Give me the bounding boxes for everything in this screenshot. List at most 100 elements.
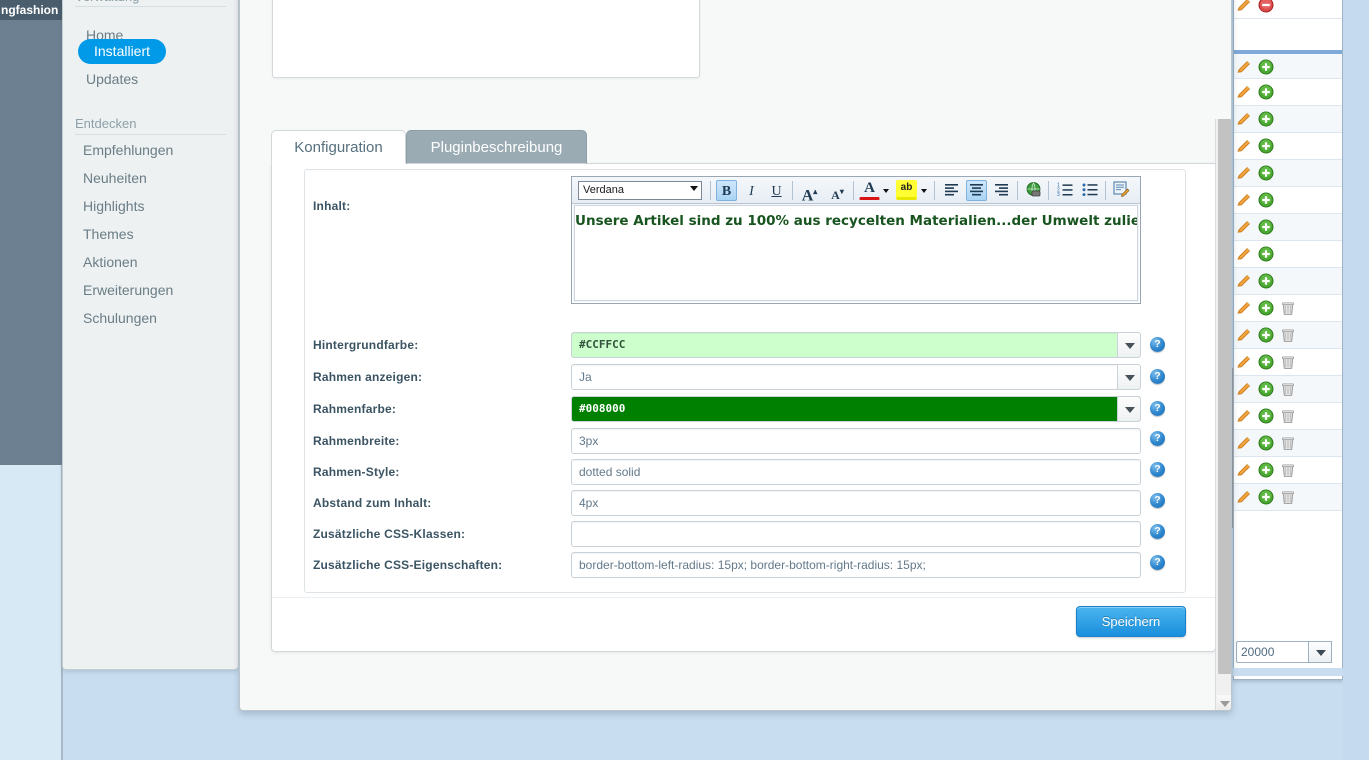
- table-row[interactable]: [1234, 376, 1342, 403]
- unordered-list-button[interactable]: [1079, 180, 1100, 201]
- pencil-icon[interactable]: [1236, 192, 1252, 208]
- table-row[interactable]: [1234, 295, 1342, 322]
- zusaetzliche-css-eigenschaften-input[interactable]: border-bottom-left-radius: 15px; border-…: [571, 552, 1141, 578]
- highlight-color-button[interactable]: ab: [896, 180, 917, 200]
- rahmenbreite-input[interactable]: 3px: [571, 428, 1141, 454]
- pencil-icon[interactable]: [1236, 408, 1252, 424]
- table-row[interactable]: [1234, 187, 1342, 214]
- table-row[interactable]: [1234, 349, 1342, 376]
- plus-icon[interactable]: [1258, 489, 1274, 505]
- highlight-color-dropdown-caret[interactable]: [921, 189, 928, 196]
- plus-icon[interactable]: [1258, 354, 1274, 370]
- pencil-icon[interactable]: [1236, 300, 1252, 316]
- table-row[interactable]: [1234, 511, 1342, 571]
- zusaetzliche-css-klassen-input[interactable]: [571, 521, 1141, 547]
- page-size-select[interactable]: 20000: [1236, 641, 1332, 663]
- table-row[interactable]: [1234, 484, 1342, 511]
- sidebar-item-schulungen[interactable]: Schulungen: [63, 304, 240, 332]
- scroll-down-arrow-icon[interactable]: [1217, 695, 1231, 710]
- sidebar-item-themes[interactable]: Themes: [63, 220, 240, 248]
- table-row[interactable]: [1234, 52, 1342, 79]
- trash-icon[interactable]: [1280, 489, 1296, 505]
- pencil-icon[interactable]: [1236, 219, 1252, 235]
- abstand-zum-inhalt-input[interactable]: 4px: [571, 490, 1141, 516]
- ordered-list-button[interactable]: 123: [1054, 180, 1075, 201]
- minus-icon[interactable]: [1258, 0, 1274, 13]
- pencil-icon[interactable]: [1236, 246, 1252, 262]
- plus-icon[interactable]: [1258, 138, 1274, 154]
- sidebar-item-highlights[interactable]: Highlights: [63, 192, 240, 220]
- trash-icon[interactable]: [1280, 408, 1296, 424]
- text-color-button[interactable]: A: [859, 180, 880, 200]
- sidebar-item-erweiterungen[interactable]: Erweiterungen: [63, 276, 240, 304]
- italic-button[interactable]: I: [741, 180, 762, 201]
- help-icon[interactable]: ?: [1150, 462, 1165, 477]
- trash-icon[interactable]: [1280, 462, 1296, 478]
- font-size-decrease-button[interactable]: A▾: [827, 180, 848, 202]
- plus-icon[interactable]: [1258, 273, 1274, 289]
- underline-button[interactable]: U: [766, 180, 787, 201]
- align-left-button[interactable]: [941, 180, 962, 201]
- plus-icon[interactable]: [1258, 435, 1274, 451]
- insert-link-button[interactable]: [1023, 180, 1044, 201]
- plus-icon[interactable]: [1258, 165, 1274, 181]
- help-icon[interactable]: ?: [1150, 337, 1165, 352]
- plus-icon[interactable]: [1258, 381, 1274, 397]
- sidebar-item-empfehlungen[interactable]: Empfehlungen: [63, 136, 240, 164]
- table-row[interactable]: [1234, 133, 1342, 160]
- tab-pluginbeschreibung[interactable]: Pluginbeschreibung: [406, 130, 587, 164]
- table-row[interactable]: [1234, 403, 1342, 430]
- save-button[interactable]: Speichern: [1076, 606, 1186, 637]
- chevron-down-icon[interactable]: [1117, 333, 1140, 357]
- pencil-icon[interactable]: [1236, 273, 1252, 289]
- rahmen-anzeigen-select[interactable]: Ja: [571, 364, 1141, 390]
- sidebar-item-updates[interactable]: Updates: [63, 65, 240, 93]
- pencil-icon[interactable]: [1236, 138, 1252, 154]
- rahmenfarbe-input[interactable]: #008000: [571, 396, 1141, 422]
- text-color-dropdown-caret[interactable]: [883, 189, 890, 196]
- help-icon[interactable]: ?: [1150, 401, 1165, 416]
- pencil-icon[interactable]: [1236, 462, 1252, 478]
- plus-icon[interactable]: [1258, 300, 1274, 316]
- help-icon[interactable]: ?: [1150, 493, 1165, 508]
- chevron-down-icon[interactable]: [1117, 365, 1140, 389]
- hintergrundfarbe-input[interactable]: #CCFFCC: [571, 332, 1141, 358]
- pencil-icon[interactable]: [1236, 489, 1252, 505]
- edit-source-button[interactable]: [1111, 180, 1132, 201]
- trash-icon[interactable]: [1280, 354, 1296, 370]
- chevron-down-icon[interactable]: [1308, 641, 1332, 663]
- plus-icon[interactable]: [1258, 246, 1274, 262]
- help-icon[interactable]: ?: [1150, 431, 1165, 446]
- font-family-select[interactable]: Verdana: [578, 181, 702, 200]
- plus-icon[interactable]: [1258, 192, 1274, 208]
- table-row[interactable]: [1234, 79, 1342, 106]
- trash-icon[interactable]: [1280, 300, 1296, 316]
- pencil-icon[interactable]: [1236, 111, 1252, 127]
- plus-icon[interactable]: [1258, 84, 1274, 100]
- pencil-icon[interactable]: [1236, 381, 1252, 397]
- help-icon[interactable]: ?: [1150, 369, 1165, 384]
- rahmen-style-input[interactable]: dotted solid: [571, 459, 1141, 485]
- chevron-down-icon[interactable]: [1117, 397, 1140, 421]
- table-row[interactable]: [1234, 241, 1342, 268]
- plus-icon[interactable]: [1258, 111, 1274, 127]
- plus-icon[interactable]: [1258, 219, 1274, 235]
- pencil-icon[interactable]: [1236, 0, 1252, 13]
- bold-button[interactable]: B: [716, 180, 737, 201]
- help-icon[interactable]: ?: [1150, 524, 1165, 539]
- pencil-icon[interactable]: [1236, 354, 1252, 370]
- trash-icon[interactable]: [1280, 327, 1296, 343]
- table-row[interactable]: [1234, 106, 1342, 133]
- pencil-icon[interactable]: [1236, 59, 1252, 75]
- sidebar-item-installiert[interactable]: Installiert: [63, 37, 240, 65]
- table-row[interactable]: [1234, 214, 1342, 241]
- tab-konfiguration[interactable]: Konfiguration: [271, 130, 406, 164]
- plus-icon[interactable]: [1258, 327, 1274, 343]
- plus-icon[interactable]: [1258, 408, 1274, 424]
- table-row[interactable]: [1234, 322, 1342, 349]
- table-row[interactable]: [1234, 430, 1342, 457]
- trash-icon[interactable]: [1280, 435, 1296, 451]
- table-row[interactable]: [1234, 0, 1342, 19]
- editor-content-area[interactable]: Unsere Artikel sind zu 100% aus recycelt…: [574, 205, 1138, 301]
- help-icon[interactable]: ?: [1150, 555, 1165, 570]
